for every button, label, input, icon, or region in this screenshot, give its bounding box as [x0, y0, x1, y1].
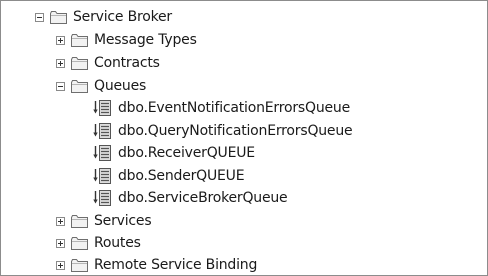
- tree-node-label: Message Types: [94, 32, 197, 48]
- tree-node-service-broker[interactable]: Service Broker: [35, 7, 172, 27]
- folder-icon: [71, 80, 88, 93]
- tree-node-queue[interactable]: dbo.SenderQUEUE: [93, 166, 245, 186]
- folder-icon: [71, 215, 88, 228]
- tree-node-label: Contracts: [94, 55, 160, 71]
- folder-icon: [71, 57, 88, 70]
- tree-node-queue[interactable]: dbo.ServiceBrokerQueue: [93, 188, 288, 208]
- expand-icon[interactable]: [56, 260, 65, 270]
- folder-icon: [71, 237, 88, 250]
- tree-node-label: dbo.ServiceBrokerQueue: [118, 190, 288, 206]
- tree-node-label: Queues: [94, 78, 147, 94]
- tree-node-label: Routes: [94, 235, 141, 251]
- tree-node-message-types[interactable]: Message Types: [56, 30, 197, 50]
- queue-icon: [93, 168, 111, 184]
- tree-node-queue[interactable]: dbo.ReceiverQUEUE: [93, 143, 255, 163]
- tree-node-queues[interactable]: Queues: [56, 76, 146, 96]
- queue-icon: [93, 123, 111, 139]
- tree-node-label: Remote Service Binding: [94, 257, 258, 273]
- tree-node-label: dbo.ReceiverQUEUE: [118, 145, 255, 161]
- tree-node-label: dbo.QueryNotificationErrorsQueue: [118, 123, 353, 139]
- tree-node-label: dbo.SenderQUEUE: [118, 168, 245, 184]
- queue-icon: [93, 145, 111, 161]
- folder-icon: [71, 259, 88, 272]
- tree-node-contracts[interactable]: Contracts: [56, 53, 160, 73]
- collapse-icon[interactable]: [56, 81, 65, 91]
- tree-node-label: dbo.EventNotificationErrorsQueue: [118, 100, 350, 116]
- folder-icon: [71, 34, 88, 47]
- expand-icon[interactable]: [56, 35, 65, 45]
- tree-node-label: Services: [94, 213, 152, 229]
- tree-node-routes[interactable]: Routes: [56, 233, 141, 253]
- expand-icon[interactable]: [56, 238, 65, 248]
- queue-icon: [93, 100, 111, 116]
- expand-icon[interactable]: [56, 58, 65, 68]
- collapse-icon[interactable]: [35, 12, 44, 22]
- tree-node-label: Service Broker: [73, 9, 172, 25]
- tree-node-services[interactable]: Services: [56, 211, 152, 231]
- tree-node-queue[interactable]: dbo.EventNotificationErrorsQueue: [93, 98, 350, 118]
- queue-icon: [93, 190, 111, 206]
- folder-icon: [50, 11, 67, 24]
- object-explorer-panel: Service Broker Message Types Contracts Q…: [0, 0, 488, 276]
- tree-node-queue[interactable]: dbo.QueryNotificationErrorsQueue: [93, 121, 353, 141]
- expand-icon[interactable]: [56, 216, 65, 226]
- tree-node-remote-service-binding[interactable]: Remote Service Binding: [56, 255, 257, 275]
